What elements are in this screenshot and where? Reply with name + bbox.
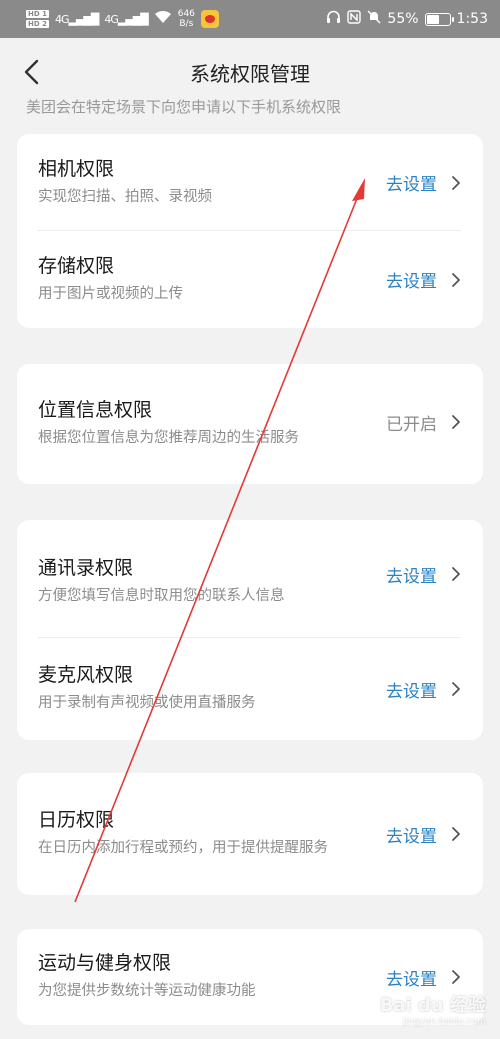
fitness-settings-link[interactable]: 去设置 — [386, 965, 437, 990]
permission-desc: 在日历内添加行程或预约，用于提供提醒服务 — [38, 840, 328, 856]
chevron-right-icon — [451, 826, 461, 842]
permission-desc: 方便您填写信息时取用您的联系人信息 — [38, 588, 285, 604]
chevron-right-icon — [451, 969, 461, 985]
page-title: 系统权限管理 — [190, 61, 310, 86]
battery-icon — [424, 12, 454, 26]
permission-group-3: 通讯录权限 方便您填写信息时取用您的联系人信息 去设置 麦克风权限 用于录制有声… — [17, 520, 483, 740]
permission-title: 位置信息权限 — [38, 399, 153, 421]
signal1-icon: 4G▂▄▆█ — [54, 12, 99, 26]
hd-indicators: HD 1 HD 2 — [26, 9, 49, 29]
status-time: 1:53 — [456, 11, 488, 27]
permission-group-2: 位置信息权限 根据您位置信息为您推荐周边的生活服务 已开启 — [17, 364, 483, 484]
permission-title: 麦克风权限 — [38, 664, 134, 686]
back-button[interactable] — [14, 54, 50, 90]
permission-group-4: 日历权限 在日历内添加行程或预约，用于提供提醒服务 去设置 — [17, 773, 483, 895]
permission-desc: 用于录制有声视频或使用直播服务 — [38, 695, 256, 711]
wifi-icon — [154, 10, 172, 28]
permission-row-camera[interactable]: 相机权限 实现您扫描、拍照、录视频 去设置 — [17, 134, 483, 231]
permission-group-1: 相机权限 实现您扫描、拍照、录视频 去设置 存储权限 用于图片或视频的上传 去设… — [17, 134, 483, 328]
battery-percent: 55% — [387, 11, 419, 27]
permission-row-contacts[interactable]: 通讯录权限 方便您填写信息时取用您的联系人信息 去设置 — [17, 520, 483, 638]
status-left: HD 1 HD 2 4G▂▄▆█ 4G▂▄▆█ 646 B/s — [26, 9, 219, 29]
permission-title: 运动与健身权限 — [38, 952, 172, 974]
hd1-badge: HD 1 — [26, 10, 49, 18]
signal2-icon: 4G▂▄▆█ — [104, 12, 148, 26]
calendar-settings-link[interactable]: 去设置 — [386, 822, 437, 847]
permission-title: 日历权限 — [38, 809, 115, 831]
status-bar: HD 1 HD 2 4G▂▄▆█ 4G▂▄▆█ 646 B/s 55% 1:53 — [0, 0, 500, 38]
chevron-right-icon — [451, 175, 461, 191]
permission-desc: 为您提供步数统计等运动健康功能 — [38, 983, 256, 999]
watermark: Bai du 经验 jingyan.baidu.com — [379, 995, 486, 1027]
status-right: 55% 1:53 — [326, 10, 488, 28]
permission-title: 存储权限 — [38, 254, 115, 277]
intro-text: 美团会在特定场景下向您申请以下手机系统权限 — [26, 98, 342, 116]
camera-settings-link[interactable]: 去设置 — [386, 170, 437, 195]
chevron-right-icon — [451, 272, 461, 288]
mute-icon — [367, 10, 381, 28]
battery-fill — [426, 14, 439, 24]
microphone-settings-link[interactable]: 去设置 — [386, 677, 437, 702]
headphones-icon — [326, 10, 341, 28]
contacts-settings-link[interactable]: 去设置 — [386, 562, 437, 587]
permission-row-location[interactable]: 位置信息权限 根据您位置信息为您推荐周边的生活服务 已开启 — [17, 364, 483, 484]
nfc-icon — [347, 10, 362, 28]
hd2-badge: HD 2 — [26, 20, 49, 28]
permission-desc: 根据您位置信息为您推荐周边的生活服务 — [38, 430, 299, 446]
network-speed: 646 B/s — [177, 9, 195, 29]
permission-title: 通讯录权限 — [38, 557, 134, 579]
location-status-link[interactable]: 已开启 — [386, 410, 437, 435]
permission-row-calendar[interactable]: 日历权限 在日历内添加行程或预约，用于提供提醒服务 去设置 — [17, 773, 483, 895]
permission-desc: 用于图片或视频的上传 — [38, 285, 183, 302]
weibo-icon — [200, 10, 219, 28]
storage-settings-link[interactable]: 去设置 — [386, 267, 437, 292]
permission-row-microphone[interactable]: 麦克风权限 用于录制有声视频或使用直播服务 去设置 — [17, 638, 483, 740]
chevron-right-icon — [451, 566, 461, 582]
permission-row-storage[interactable]: 存储权限 用于图片或视频的上传 去设置 — [17, 231, 483, 328]
permission-desc: 实现您扫描、拍照、录视频 — [38, 188, 212, 205]
permission-title: 相机权限 — [38, 157, 115, 180]
chevron-right-icon — [451, 414, 461, 430]
chevron-right-icon — [451, 681, 461, 697]
chevron-left-icon — [24, 59, 39, 85]
